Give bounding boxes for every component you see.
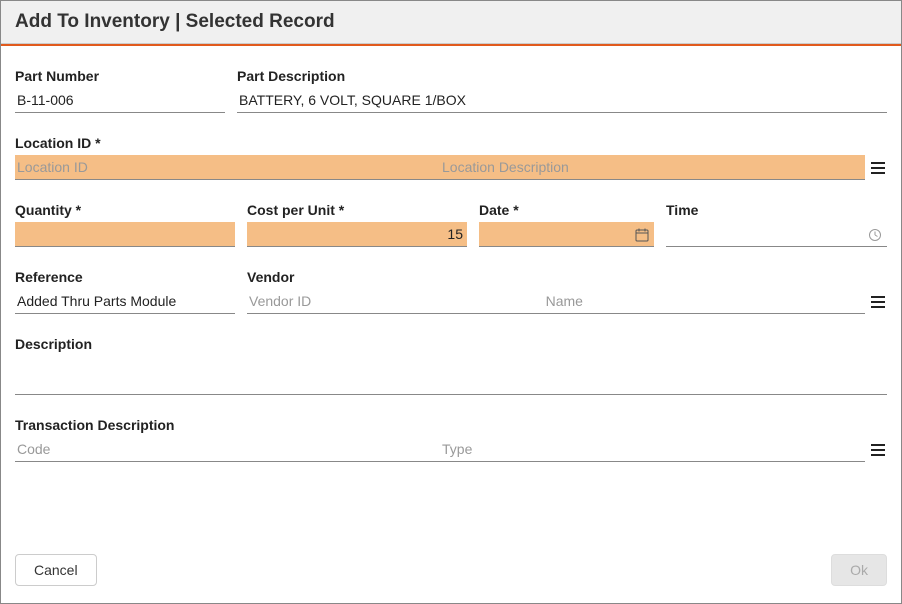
form-body: Part Number Part Description Location ID… <box>1 46 901 554</box>
location-description-input[interactable] <box>440 155 865 180</box>
vendor-lookup-icon[interactable] <box>869 292 887 314</box>
cancel-button[interactable]: Cancel <box>15 554 97 586</box>
transaction-lookup-icon[interactable] <box>869 440 887 462</box>
location-id-input[interactable] <box>15 155 440 180</box>
part-description-label: Part Description <box>237 68 887 84</box>
part-number-label: Part Number <box>15 68 225 84</box>
vendor-id-input[interactable] <box>247 289 544 314</box>
location-lookup-icon[interactable] <box>869 158 887 180</box>
transaction-description-label: Transaction Description <box>15 417 887 433</box>
time-label: Time <box>666 202 887 218</box>
dialog-title: Add To Inventory | Selected Record <box>1 1 901 44</box>
calendar-icon[interactable] <box>634 227 650 243</box>
vendor-name-input[interactable] <box>544 289 865 314</box>
transaction-code-input[interactable] <box>15 437 440 462</box>
description-label: Description <box>15 336 887 352</box>
reference-input[interactable] <box>15 289 235 314</box>
part-description-input[interactable] <box>237 88 887 113</box>
date-label: Date * <box>479 202 654 218</box>
transaction-type-input[interactable] <box>440 437 865 462</box>
ok-button[interactable]: Ok <box>831 554 887 586</box>
clock-icon[interactable] <box>867 227 883 243</box>
vendor-label: Vendor <box>247 269 887 285</box>
description-input[interactable] <box>15 370 887 395</box>
quantity-label: Quantity * <box>15 202 235 218</box>
date-input[interactable] <box>479 222 654 247</box>
dialog-footer: Cancel Ok <box>1 554 901 600</box>
time-input[interactable] <box>666 222 887 247</box>
reference-label: Reference <box>15 269 235 285</box>
part-number-input[interactable] <box>15 88 225 113</box>
cost-per-unit-label: Cost per Unit * <box>247 202 467 218</box>
location-id-label: Location ID * <box>15 135 887 151</box>
quantity-input[interactable] <box>15 222 235 247</box>
cost-per-unit-input[interactable] <box>247 222 467 247</box>
